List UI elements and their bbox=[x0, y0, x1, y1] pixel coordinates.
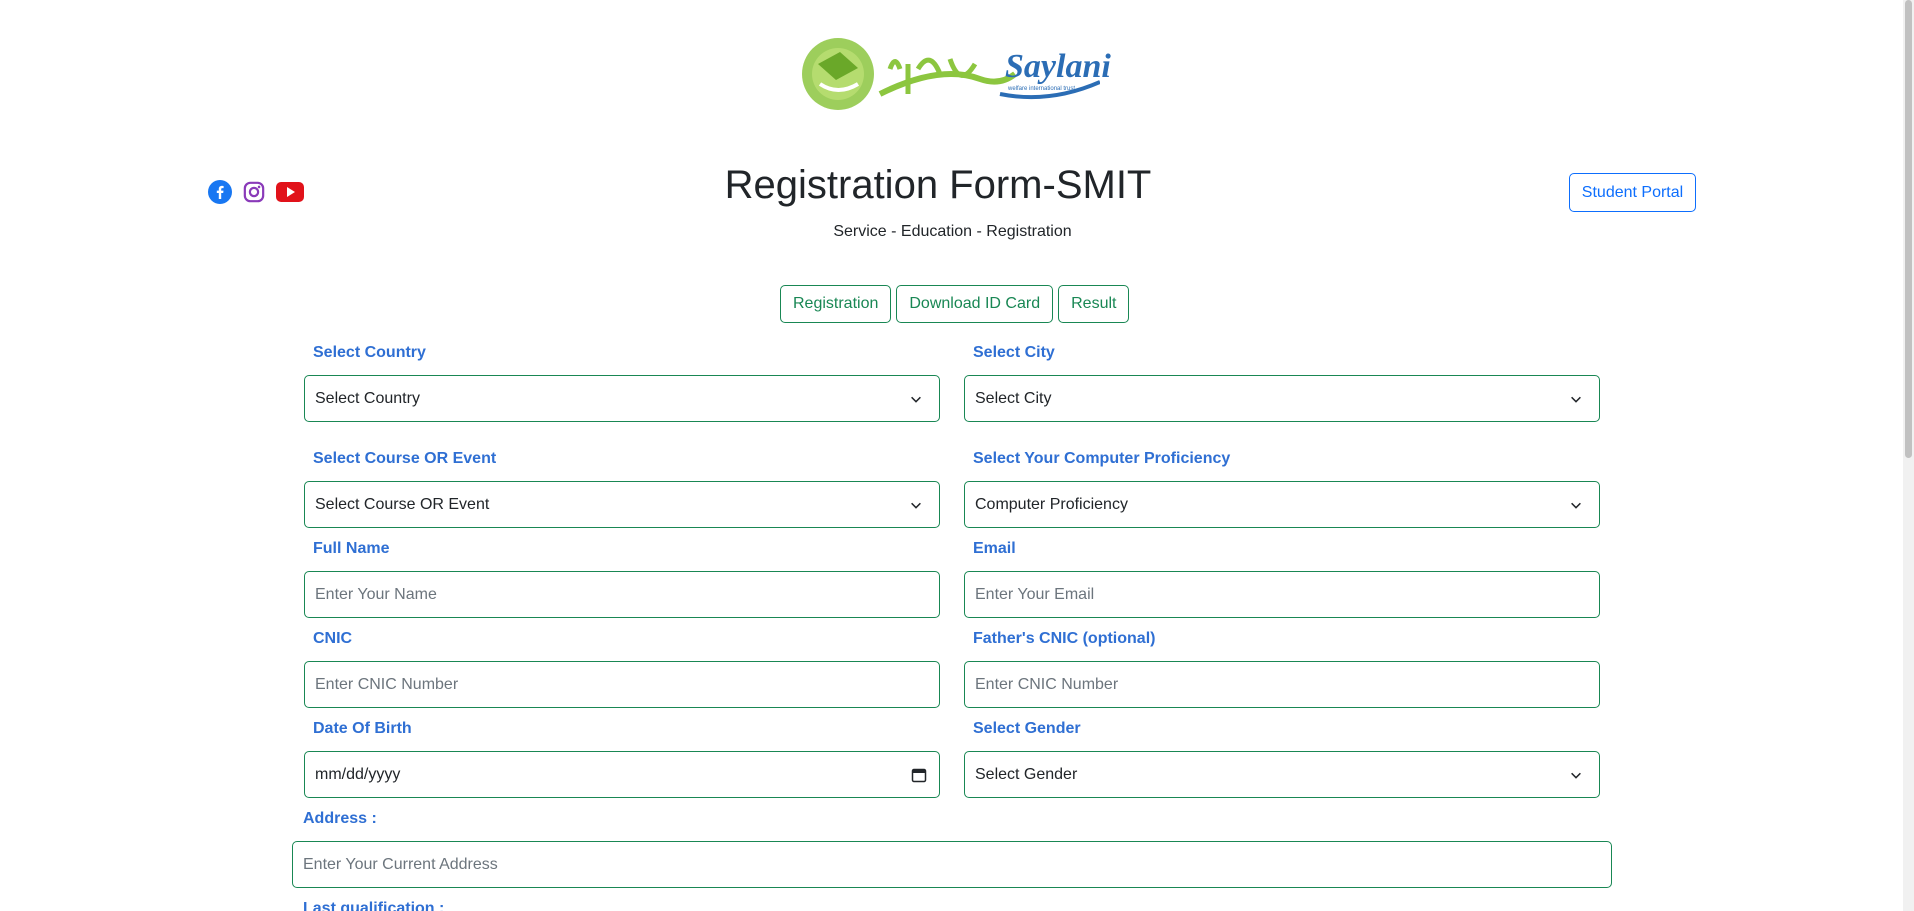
page-scrollbar[interactable] bbox=[1903, 0, 1914, 911]
address-placeholder: Enter Your Current Address bbox=[303, 855, 498, 873]
full-name-input[interactable]: Enter Your Name bbox=[304, 571, 940, 618]
address-label: Address : bbox=[303, 810, 377, 827]
address-input[interactable]: Enter Your Current Address bbox=[292, 841, 1612, 888]
email-label: Email bbox=[973, 540, 1016, 557]
calendar-icon[interactable] bbox=[911, 767, 927, 783]
father-cnic-input[interactable]: Enter CNIC Number bbox=[964, 661, 1600, 708]
tab-registration[interactable]: Registration bbox=[780, 285, 892, 323]
dob-label: Date Of Birth bbox=[313, 720, 412, 737]
form-tabs: Registration Download ID Card Result bbox=[780, 285, 1130, 323]
student-portal-button[interactable]: Student Portal bbox=[1569, 173, 1696, 212]
chevron-down-icon bbox=[1571, 772, 1581, 779]
country-label: Select Country bbox=[313, 344, 426, 361]
tab-download-id-card[interactable]: Download ID Card bbox=[896, 285, 1054, 323]
father-cnic-label: Father's CNIC (optional) bbox=[973, 630, 1156, 647]
course-select-value: Select Course OR Event bbox=[315, 495, 490, 513]
cnic-label: CNIC bbox=[313, 630, 353, 647]
father-cnic-placeholder: Enter CNIC Number bbox=[975, 675, 1119, 693]
city-select[interactable]: Select City bbox=[964, 375, 1600, 422]
full-name-placeholder: Enter Your Name bbox=[315, 585, 437, 603]
qualification-label: Last qualification : bbox=[303, 900, 445, 911]
logo-tagline: welfare international trust bbox=[1008, 86, 1076, 92]
city-label: Select City bbox=[973, 344, 1055, 361]
gender-select[interactable]: Select Gender bbox=[964, 751, 1600, 798]
course-label: Select Course OR Event bbox=[313, 450, 497, 467]
gender-select-value: Select Gender bbox=[975, 765, 1078, 783]
country-select-value: Select Country bbox=[315, 389, 420, 407]
chevron-down-icon bbox=[911, 396, 921, 403]
dob-placeholder: mm/dd/yyyy bbox=[315, 765, 401, 783]
country-select[interactable]: Select Country bbox=[304, 375, 940, 422]
chevron-down-icon bbox=[1571, 396, 1581, 403]
dob-input[interactable]: mm/dd/yyyy bbox=[304, 751, 940, 798]
course-select[interactable]: Select Course OR Event bbox=[304, 481, 940, 528]
chevron-down-icon bbox=[1571, 502, 1581, 509]
email-input[interactable]: Enter Your Email bbox=[964, 571, 1600, 618]
tab-result[interactable]: Result bbox=[1058, 285, 1130, 323]
page-subtitle: Service - Education - Registration bbox=[833, 223, 1072, 240]
full-name-label: Full Name bbox=[313, 540, 390, 557]
proficiency-select-value: Computer Proficiency bbox=[975, 495, 1128, 513]
gender-label: Select Gender bbox=[973, 720, 1081, 737]
email-placeholder: Enter Your Email bbox=[975, 585, 1095, 603]
logo-wordmark: Saylani bbox=[1005, 48, 1111, 85]
city-select-value: Select City bbox=[975, 389, 1052, 407]
cnic-input[interactable]: Enter CNIC Number bbox=[304, 661, 940, 708]
proficiency-select[interactable]: Computer Proficiency bbox=[964, 481, 1600, 528]
chevron-down-icon bbox=[911, 502, 921, 509]
saylani-logo: Saylani welfare international trust bbox=[800, 34, 1111, 110]
scrollbar-thumb[interactable] bbox=[1905, 0, 1912, 458]
cnic-placeholder: Enter CNIC Number bbox=[315, 675, 459, 693]
proficiency-label: Select Your Computer Proficiency bbox=[973, 450, 1231, 467]
